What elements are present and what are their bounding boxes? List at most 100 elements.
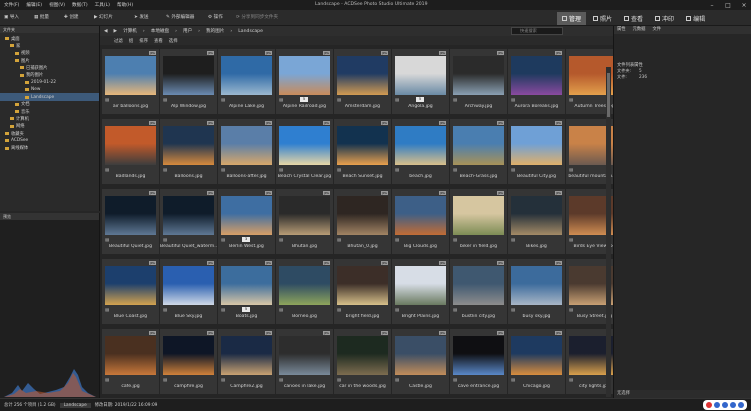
thumbnail-item[interactable]: JPG ▤ air balloons.jpg bbox=[102, 49, 159, 114]
menu-help[interactable]: 帮助(H) bbox=[117, 2, 133, 8]
sync-share-button[interactable]: ⟳ 分享到同步文件夹 bbox=[236, 14, 278, 20]
tray-mic-icon[interactable] bbox=[722, 402, 728, 408]
select-button[interactable]: 选择 bbox=[169, 38, 178, 44]
tab-metadata[interactable]: 元数据 bbox=[633, 26, 646, 34]
thumbnail-item[interactable]: JPG ▤ canoes in lake.jpg bbox=[276, 329, 333, 394]
tab-file[interactable]: 文件 bbox=[652, 26, 661, 34]
thumbnail-item[interactable]: JPG ▤ Bhutan_0.jpg bbox=[334, 189, 391, 254]
thumbnail-item[interactable]: JPG ▤ Beautiful City.jpg bbox=[508, 119, 565, 184]
thumbnail-item[interactable]: JPG ▤ Archway.jpg bbox=[450, 49, 507, 114]
thumbnail-item[interactable]: JPG ▤ bustlin city.jpg bbox=[450, 259, 507, 324]
thumbnail-item[interactable]: JPG ▤ Castle.jpg bbox=[392, 329, 449, 394]
mode-photos[interactable]: 照片 bbox=[588, 12, 617, 25]
breadcrumb-computer[interactable]: 计算机 bbox=[123, 28, 137, 34]
folder-tree-item[interactable]: 离线媒体 bbox=[0, 144, 99, 151]
thumbnail-item[interactable]: JPG ▤ Beautiful Quiet_waterm... bbox=[160, 189, 217, 254]
thumbnail-item[interactable]: JPG ▤ Chicago.jpg bbox=[508, 329, 565, 394]
thumbnail-item[interactable]: JPG ▤ Blue Sky.jpg bbox=[160, 259, 217, 324]
thumbnail-item[interactable]: JPG ▤ 3 Berlin West.jpg bbox=[218, 189, 275, 254]
view-button[interactable]: 查看 bbox=[154, 38, 163, 44]
minimize-icon[interactable]: – bbox=[708, 2, 716, 9]
thumbnail-item[interactable]: JPG ▤ Campfire2.jpg bbox=[218, 329, 275, 394]
back-icon[interactable]: ◀ bbox=[104, 29, 108, 34]
group-button[interactable]: 组 bbox=[129, 38, 133, 44]
breadcrumb-disk[interactable]: 本地磁盘 bbox=[151, 28, 169, 34]
thumbnail-item[interactable]: JPG ▤ beach.jpg bbox=[392, 119, 449, 184]
filter-button[interactable]: 过滤 bbox=[114, 38, 123, 44]
menu-edit[interactable]: 编辑(E) bbox=[26, 2, 42, 8]
forward-icon[interactable]: ▶ bbox=[114, 29, 118, 34]
thumbnail-item[interactable]: JPG ▤ bright field.jpg bbox=[334, 259, 391, 324]
breadcrumb-landscape[interactable]: Landscape bbox=[238, 29, 263, 34]
scrollbar-thumb[interactable] bbox=[607, 73, 610, 117]
tray-app-icon[interactable] bbox=[706, 402, 712, 408]
close-icon[interactable]: × bbox=[740, 2, 748, 9]
thumbnail-item[interactable]: JPG ▤ 5 Angola.jpg bbox=[392, 49, 449, 114]
thumbnail-item[interactable]: JPG ▤ biker in field.jpg bbox=[450, 189, 507, 254]
create-button[interactable]: ✚ 创建 bbox=[64, 14, 79, 20]
thumbnail-item[interactable]: JPG ▤ 5 Alpine Railroad.jpg bbox=[276, 49, 333, 114]
folder-tree-item[interactable]: ACDSee bbox=[0, 137, 99, 144]
folder-tree-item[interactable]: 图片 bbox=[0, 57, 99, 64]
slideshow-button[interactable]: ▶ 幻灯片 bbox=[94, 14, 113, 20]
tab-properties[interactable]: 属性 bbox=[617, 26, 626, 34]
thumbnail-item[interactable]: JPG ▤ Beautiful Quiet.jpg bbox=[102, 189, 159, 254]
folder-tree-item[interactable]: 收藏夹 bbox=[0, 130, 99, 137]
thumbnail-item[interactable]: JPG ▤ Aurora Borealis.jpg bbox=[508, 49, 565, 114]
thumbnail-item[interactable]: JPG ▤ Balloons.jpg bbox=[160, 119, 217, 184]
thumbnail-item[interactable]: JPG ▤ Beach-Grass.jpg bbox=[450, 119, 507, 184]
folder-tree-item[interactable]: 文档 bbox=[0, 101, 99, 108]
mode-manage[interactable]: 管理 bbox=[557, 12, 587, 25]
tray-settings-icon[interactable] bbox=[738, 402, 744, 408]
thumbnail-item[interactable]: JPG ▤ 5 Boats.jpg bbox=[218, 259, 275, 324]
thumbnail-item[interactable]: JPG ▤ car in the woods.jpg bbox=[334, 329, 391, 394]
menu-view[interactable]: 视图(V) bbox=[49, 2, 65, 8]
thumbnail-item[interactable]: JPG ▤ Bikes.jpg bbox=[508, 189, 565, 254]
thumbnail-item[interactable]: JPG ▤ Bright Plains.jpg bbox=[392, 259, 449, 324]
folder-tree-item[interactable]: 桌面 bbox=[0, 35, 99, 42]
thumbnail-item[interactable]: JPG ▤ Balloons-after.jpg bbox=[218, 119, 275, 184]
thumbnail-item[interactable]: JPG ▤ busy sky.jpg bbox=[508, 259, 565, 324]
thumbnail-item[interactable]: JPG ▤ Beach Sunset.jpg bbox=[334, 119, 391, 184]
menu-tools[interactable]: 工具(L) bbox=[95, 2, 110, 8]
thumbnail-item[interactable]: JPG ▤ Badlands.jpg bbox=[102, 119, 159, 184]
batch-button[interactable]: ▦ 批量 bbox=[34, 14, 49, 20]
mode-edit[interactable]: 编辑 bbox=[681, 12, 710, 25]
mode-develop[interactable]: 冲印 bbox=[650, 12, 679, 25]
folder-tree-item[interactable]: Landscape bbox=[0, 93, 99, 101]
folder-tree-item[interactable]: 视频 bbox=[0, 50, 99, 57]
vertical-scrollbar[interactable] bbox=[606, 67, 611, 397]
external-editor-button[interactable]: ✎ 外部编辑器 bbox=[166, 14, 194, 20]
thumbnail-item[interactable]: JPG ▤ cafe.jpg bbox=[102, 329, 159, 394]
folder-tree-item[interactable]: 网络 bbox=[0, 123, 99, 130]
thumbnail-item[interactable]: JPG ▤ Beach Crystal Clear.jpg bbox=[276, 119, 333, 184]
tray-keyboard-icon[interactable] bbox=[730, 402, 736, 408]
sort-button[interactable]: 排序 bbox=[139, 38, 148, 44]
quick-search-input[interactable]: 快速搜索 bbox=[511, 27, 563, 35]
menu-file[interactable]: 文件(F) bbox=[4, 2, 19, 8]
tray-lang-icon[interactable] bbox=[714, 402, 720, 408]
mode-view[interactable]: 查看 bbox=[619, 12, 648, 25]
actions-button[interactable]: ⚙ 操作 bbox=[208, 14, 223, 20]
thumbnail-item[interactable]: JPG ▤ cave entrance.jpg bbox=[450, 329, 507, 394]
thumbnail-item[interactable]: JPG ▤ Borneo.jpg bbox=[276, 259, 333, 324]
import-button[interactable]: ▣ 导入 bbox=[4, 14, 19, 20]
maximize-icon[interactable]: □ bbox=[724, 2, 732, 9]
thumbnail-item[interactable]: JPG ▤ Big Clouds.jpg bbox=[392, 189, 449, 254]
send-button[interactable]: ➤ 发送 bbox=[134, 14, 149, 20]
folder-tree-item[interactable]: New bbox=[0, 86, 99, 93]
folder-tree-item[interactable]: 2019-01-22 bbox=[0, 79, 99, 86]
folder-tree-item[interactable]: 计算机 bbox=[0, 115, 99, 122]
menu-data[interactable]: 数据(T) bbox=[72, 2, 88, 8]
breadcrumb-pictures[interactable]: 我的图片 bbox=[206, 28, 224, 34]
folder-tree-item[interactable]: 音乐 bbox=[0, 108, 99, 115]
thumbnail-item[interactable]: JPG ▤ Bhutan.jpg bbox=[276, 189, 333, 254]
thumbnail-item[interactable]: JPG ▤ Blue Coast.jpg bbox=[102, 259, 159, 324]
thumbnail-item[interactable]: JPG ▤ Alp Window.jpg bbox=[160, 49, 217, 114]
thumbnail-item[interactable]: JPG ▤ Amsterdam.jpg bbox=[334, 49, 391, 114]
thumbnail-item[interactable]: JPG ▤ campfire.jpg bbox=[160, 329, 217, 394]
breadcrumb-user[interactable]: 用户 bbox=[183, 28, 192, 34]
folder-tree-item[interactable]: 我的图片 bbox=[0, 71, 99, 78]
folder-tree-item[interactable]: 已捕获图片 bbox=[0, 64, 99, 71]
folder-tree-item[interactable]: 家 bbox=[0, 42, 99, 49]
